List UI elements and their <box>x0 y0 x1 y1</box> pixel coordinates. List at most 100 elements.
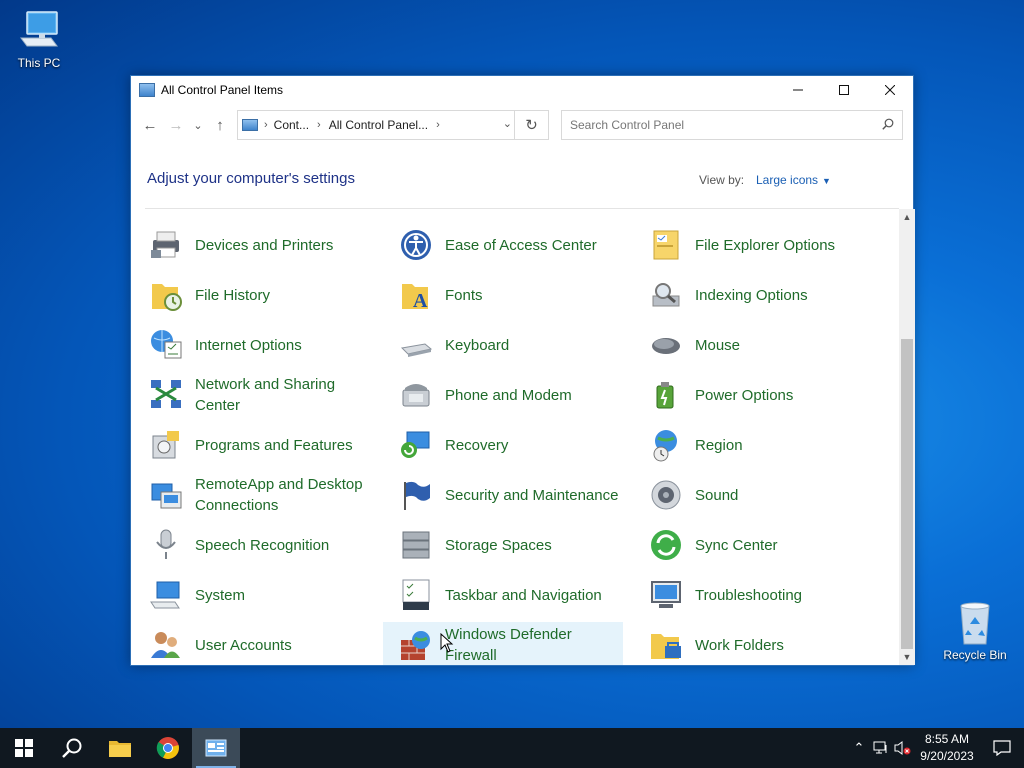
control-panel-item-label: Speech Recognition <box>195 536 330 554</box>
control-panel-item[interactable]: RemoteApp and Desktop Connections <box>133 472 373 518</box>
clock-date: 9/20/2023 <box>920 749 974 763</box>
control-panel-item-label: Network and Sharing Center <box>195 376 336 414</box>
control-panel-item[interactable]: Work Folders <box>633 622 873 665</box>
close-button[interactable] <box>867 76 913 104</box>
control-panel-item[interactable]: Windows Defender Firewall <box>383 622 623 665</box>
chevron-down-icon: ⌄ <box>193 119 203 132</box>
breadcrumb-separator-icon[interactable]: › <box>317 119 321 131</box>
control-panel-item[interactable]: Programs and Features <box>133 422 373 468</box>
address-bar[interactable]: › Cont... › All Control Panel... › ⌄ ↻ <box>237 110 549 140</box>
breadcrumb-separator-icon[interactable]: › <box>264 119 268 131</box>
search-taskbar-button[interactable] <box>48 728 96 768</box>
show-hidden-icons-button[interactable]: ⌃ <box>848 728 870 768</box>
search-icon[interactable] <box>882 118 894 130</box>
control-panel-item[interactable]: File History <box>133 272 373 318</box>
control-panel-item[interactable]: Recovery <box>383 422 623 468</box>
control-panel-item[interactable]: Region <box>633 422 873 468</box>
control-panel-item-label: Keyboard <box>445 336 510 354</box>
scroll-up-icon[interactable]: ▲ <box>899 209 915 225</box>
title-bar[interactable]: All Control Panel Items <box>131 76 913 104</box>
control-panel-item-label: Region <box>695 436 743 454</box>
file-history-icon <box>149 278 183 312</box>
control-panel-item-label: Recovery <box>445 436 509 454</box>
svg-text:A: A <box>413 290 428 312</box>
control-panel-item[interactable]: System <box>133 572 373 618</box>
control-panel-item-label: Indexing Options <box>695 286 808 304</box>
search-box[interactable] <box>561 110 903 140</box>
start-button[interactable] <box>0 728 48 768</box>
control-panel-item[interactable]: A Fonts <box>383 272 623 318</box>
breadcrumb-separator-icon[interactable]: › <box>436 119 440 131</box>
volume-muted-icon <box>894 741 911 755</box>
control-panel-item[interactable]: Security and Maintenance <box>383 472 623 518</box>
control-panel-item-label: Windows Defender Firewall <box>445 626 572 664</box>
control-panel-item[interactable]: Troubleshooting <box>633 572 873 618</box>
recent-locations-button[interactable]: ⌄ <box>189 112 207 138</box>
control-panel-item[interactable]: Ease of Access Center <box>383 222 623 268</box>
users-icon <box>149 628 183 662</box>
control-panel-taskbar-button[interactable] <box>192 728 240 768</box>
security-flag-icon <box>399 478 433 512</box>
mouse-cursor-icon <box>440 633 454 653</box>
control-panel-item[interactable]: Devices and Printers <box>133 222 373 268</box>
control-panel-item[interactable]: Power Options <box>633 372 873 418</box>
network-status-button[interactable] <box>870 728 892 768</box>
sync-icon <box>649 528 683 562</box>
up-button[interactable]: ↑ <box>207 112 233 138</box>
scroll-thumb[interactable] <box>901 339 913 649</box>
search-input[interactable] <box>570 118 870 132</box>
dropdown-caret-icon: ▼ <box>822 176 831 186</box>
control-panel-item[interactable]: Speech Recognition <box>133 522 373 568</box>
control-panel-item-label: Sound <box>695 486 739 504</box>
control-panel-item[interactable]: Keyboard <box>383 322 623 368</box>
network-icon <box>149 378 183 412</box>
back-arrow-icon: ← <box>142 116 158 134</box>
taskbar: ⌃ 8:55 AM 9/20/2023 <box>0 728 1024 768</box>
control-panel-window: All Control Panel Items ← → ⌄ ↑ › Cont..… <box>130 75 915 666</box>
action-center-button[interactable] <box>980 728 1024 768</box>
clock[interactable]: 8:55 AM 9/20/2023 <box>914 731 980 765</box>
minimize-button[interactable] <box>775 76 821 104</box>
recycle-bin-icon <box>951 600 999 646</box>
control-panel-item[interactable]: User Accounts <box>133 622 373 665</box>
control-panel-item[interactable]: Internet Options <box>133 322 373 368</box>
view-by-dropdown[interactable]: Large icons ▼ <box>756 173 831 187</box>
refresh-button[interactable]: ↻ <box>514 111 548 139</box>
recycle-bin-shortcut[interactable]: Recycle Bin <box>940 600 1010 662</box>
control-panel-item[interactable]: Phone and Modem <box>383 372 623 418</box>
volume-button[interactable] <box>892 728 914 768</box>
breadcrumb-control-panel[interactable]: Cont... <box>274 118 309 132</box>
scroll-down-icon[interactable]: ▼ <box>899 649 915 665</box>
control-panel-item[interactable]: Network and Sharing Center <box>133 372 373 418</box>
vertical-scrollbar[interactable]: ▲ ▼ <box>899 209 915 665</box>
control-panel-item-label: Sync Center <box>695 536 778 554</box>
control-panel-item[interactable]: Taskbar and Navigation <box>383 572 623 618</box>
chrome-button[interactable] <box>144 728 192 768</box>
search-icon <box>62 738 82 758</box>
refresh-icon: ↻ <box>525 117 538 134</box>
system-icon <box>149 578 183 612</box>
control-panel-item[interactable]: Sound <box>633 472 873 518</box>
control-panel-item[interactable]: Indexing Options <box>633 272 873 318</box>
maximize-button[interactable] <box>821 76 867 104</box>
clock-time: 8:55 AM <box>924 732 970 746</box>
control-panel-item-label: Fonts <box>445 286 483 304</box>
breadcrumb-all-items[interactable]: All Control Panel... <box>329 118 428 132</box>
minimize-icon <box>793 89 803 91</box>
control-panel-item[interactable]: Sync Center <box>633 522 873 568</box>
this-pc-shortcut[interactable]: This PC <box>4 8 74 70</box>
control-panel-item[interactable]: Storage Spaces <box>383 522 623 568</box>
chevron-up-icon: ⌃ <box>853 740 865 755</box>
work-folders-icon <box>649 628 683 662</box>
control-panel-item[interactable]: Mouse <box>633 322 873 368</box>
storage-icon <box>399 528 433 562</box>
heading-row: Adjust your computer's settings View by:… <box>131 168 915 208</box>
forward-button[interactable]: → <box>163 112 189 138</box>
programs-icon <box>149 428 183 462</box>
control-panel-items: Devices and Printers Ease of Access Cente… <box>131 209 899 665</box>
file-explorer-button[interactable] <box>96 728 144 768</box>
back-button[interactable]: ← <box>137 112 163 138</box>
address-dropdown-icon[interactable]: ⌄ <box>503 117 512 130</box>
view-by-value: Large icons <box>756 173 819 187</box>
control-panel-item[interactable]: File Explorer Options <box>633 222 873 268</box>
